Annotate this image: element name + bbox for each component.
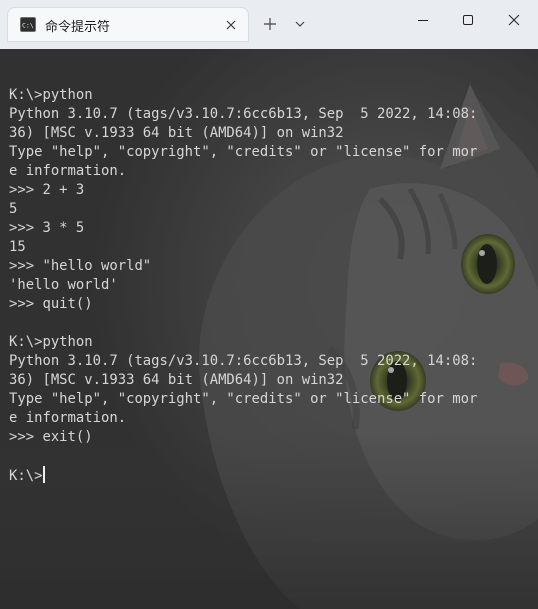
terminal-line: >>> exit() [9, 429, 93, 445]
terminal-line: Type "help", "copyright", "credits" or "… [9, 391, 478, 407]
close-icon [508, 14, 520, 26]
minimize-button[interactable] [400, 0, 446, 40]
minimize-icon [418, 20, 428, 21]
maximize-icon [463, 15, 473, 25]
terminal-line: Python 3.10.7 (tags/v3.10.7:6cc6b13, Sep… [9, 353, 478, 369]
terminal-line: e information. [9, 410, 127, 426]
prompt-text: K:\> [9, 468, 43, 484]
terminal-line: e information. [9, 163, 127, 179]
maximize-button[interactable] [445, 0, 491, 40]
terminal-line: 36) [MSC v.1933 64 bit (AMD64)] on win32 [9, 372, 344, 388]
terminal-line: 5 [9, 201, 18, 217]
terminal-line: Python 3.10.7 (tags/v3.10.7:6cc6b13, Sep… [9, 106, 478, 122]
cmd-terminal-icon: C:\ [20, 17, 36, 32]
terminal-line: 'hello world' [9, 277, 118, 293]
terminal-line: 36) [MSC v.1933 64 bit (AMD64)] on win32 [9, 125, 344, 141]
tab-title: 命令提示符 [45, 20, 111, 35]
terminal-line: 15 [9, 239, 26, 255]
title-bar[interactable]: C:\ 命令提示符 [0, 0, 538, 49]
tab-command-prompt[interactable]: C:\ 命令提示符 [8, 8, 248, 41]
svg-text:C:\: C:\ [22, 22, 34, 30]
chevron-down-icon[interactable] [289, 12, 311, 36]
terminal-window: C:\ 命令提示符 K:\>python Python 3.10.7 (tags… [0, 0, 538, 609]
terminal-line: >>> 3 * 5 [9, 220, 85, 236]
terminal-line: >>> quit() [9, 296, 93, 312]
terminal-output: K:\>python Python 3.10.7 (tags/v3.10.7:6c… [9, 67, 531, 485]
new-tab-plus-icon[interactable] [259, 12, 281, 36]
terminal-line: K:\>python [9, 87, 93, 103]
terminal-line: >>> "hello world" [9, 258, 152, 274]
terminal-pane[interactable]: K:\>python Python 3.10.7 (tags/v3.10.7:6c… [0, 49, 538, 609]
terminal-line: >>> 2 + 3 [9, 182, 85, 198]
command-prompt-line[interactable]: K:\> [9, 466, 531, 485]
text-cursor [43, 466, 46, 483]
tab-close-icon[interactable] [221, 15, 241, 35]
close-button[interactable] [491, 0, 537, 40]
terminal-line: Type "help", "copyright", "credits" or "… [9, 144, 478, 160]
terminal-line: K:\>python [9, 334, 93, 350]
